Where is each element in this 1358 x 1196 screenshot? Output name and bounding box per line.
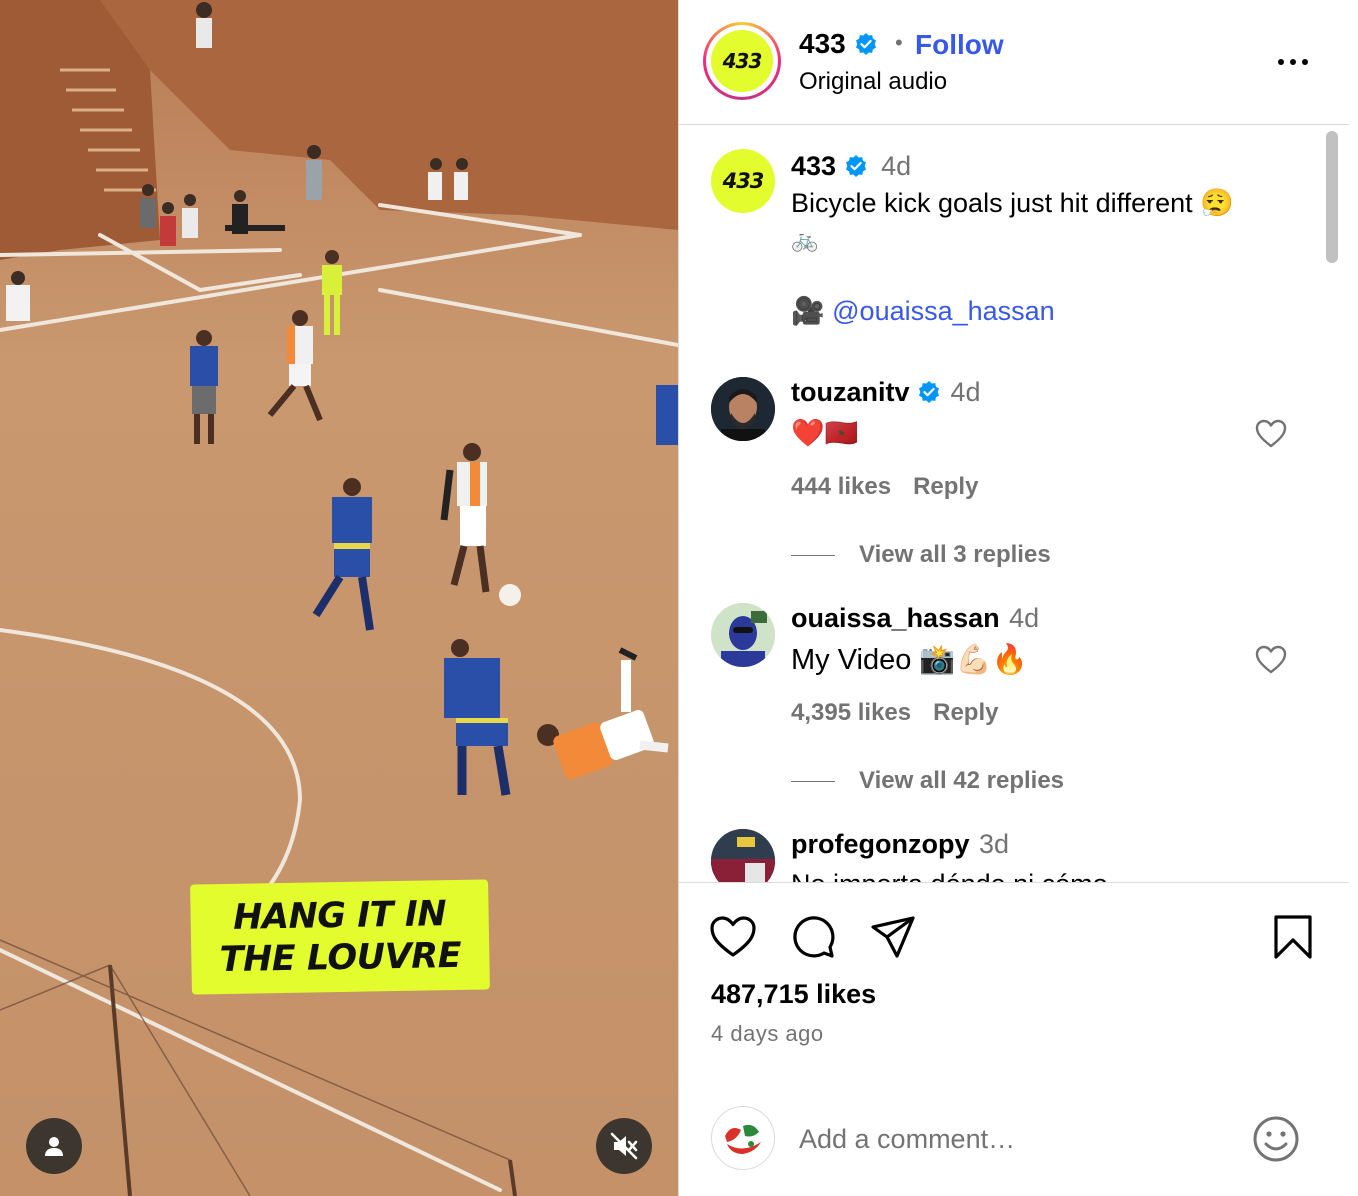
follow-button[interactable]: Follow [915,29,1004,61]
comment-username[interactable]: profegonzopy [791,829,969,859]
user-icon [45,1137,63,1156]
comment-text: ❤️🇲🇦 [791,418,859,448]
caption-avatar-text: 433 [722,169,765,193]
caption-text: Bicycle kick goals just hit different 😮‍… [791,188,1234,218]
header-username[interactable]: 433 [799,28,846,59]
post-actions: 487,715 likes 4 days ago [679,882,1349,1103]
caption-username[interactable]: 433 [791,151,836,181]
caption-avatar[interactable]: 433 [711,149,775,213]
camera-emoji: 🎥 [791,296,825,326]
verified-badge-icon [854,32,878,56]
caption-line-1: HANG IT IN [232,894,447,938]
comment-time[interactable]: 4d [1009,603,1039,633]
audio-link[interactable]: Original audio [799,68,947,96]
likes-count[interactable]: 487,715 likes [711,979,876,1010]
comment-meta: 444 likes Reply [791,473,978,501]
emoji-picker-icon[interactable] [1251,1114,1301,1164]
caption-username-group: 433 4d [791,151,911,182]
avatar-logo-text: 433 [722,49,763,73]
view-replies-label: View all 3 replies [859,541,1051,568]
comment-username-group: touzanitv 4d [791,377,981,408]
header-username-group: 433 [799,28,878,60]
video-caption-sticker: HANG IT IN THE LOUVRE [190,879,490,995]
comment-username[interactable]: ouaissa_hassan [791,603,1000,633]
account-avatar: 433 [711,30,773,92]
comment-likes[interactable]: 444 likes [791,473,891,500]
caption-credit-line: 🎥 @ouaissa_hassan [791,295,1055,327]
current-user-avatar [711,1106,775,1170]
comment-username-group: profegonzopy 3d [791,829,1009,860]
comment-likes[interactable]: 4,395 likes [791,699,911,726]
mute-toggle-button[interactable] [596,1118,652,1174]
caption-line-2: THE LOUVRE [219,935,462,981]
story-ring-avatar[interactable]: 433 [703,22,781,100]
comment-icon[interactable] [789,913,837,961]
verified-badge-icon [844,154,868,178]
commenter-avatar[interactable] [711,829,775,882]
avatar-photo [711,603,775,667]
comment-text: My Video 📸💪🏻🔥 [791,644,1028,676]
verified-badge-icon [917,380,941,404]
speaker-muted-icon [610,1132,638,1160]
caption-time[interactable]: 4d [881,151,911,181]
comments-scrollbar[interactable] [1321,125,1343,882]
caption-bike-emoji: 🚲 [791,227,819,252]
video-frame [0,0,678,1196]
view-replies-label: View all 42 replies [859,767,1065,794]
comment-meta: 4,395 likes Reply [791,699,998,727]
comment-time[interactable]: 3d [979,829,1009,859]
add-comment-bar [679,1082,1349,1196]
reply-button[interactable]: Reply [933,699,998,726]
avatar-photo [725,1124,761,1154]
commenter-avatar[interactable] [711,377,775,441]
paper-plane-icon[interactable] [869,913,917,961]
comment-text: No importa dónde ni cómo [791,869,1108,882]
comments-list[interactable]: 433 433 4d Bicycle kick goals just hit d… [679,125,1319,882]
replies-divider [791,555,835,557]
avatar-photo [711,829,775,882]
comment-like-heart-icon[interactable] [1255,645,1287,675]
comment-like-heart-icon[interactable] [1255,419,1287,449]
mention-link[interactable]: @ouaissa_hassan [832,296,1055,326]
reply-button[interactable]: Reply [913,473,978,500]
avatar-photo [711,377,775,441]
post-date[interactable]: 4 days ago [711,1021,824,1047]
comment-username[interactable]: touzanitv [791,377,910,407]
comment-time[interactable]: 4d [951,377,981,407]
replies-divider [791,781,835,783]
view-replies-button[interactable]: View all 42 replies [791,767,1064,795]
more-options-icon[interactable] [1273,50,1313,74]
header-separator: • [895,30,903,55]
comment-username-group: ouaissa_hassan 4d [791,603,1039,634]
bookmark-icon[interactable] [1269,913,1317,961]
post-header: 433 433 • Follow Original audio [679,0,1349,125]
comment-input[interactable] [797,1118,1221,1160]
tagged-users-button[interactable] [26,1118,82,1174]
reel-video[interactable]: HANG IT IN THE LOUVRE [0,0,678,1196]
like-heart-icon[interactable] [709,913,757,961]
commenter-avatar[interactable] [711,603,775,667]
post-sidebar: 433 433 • Follow Original audio 433 433 [678,0,1358,1196]
scrollbar-thumb[interactable] [1326,131,1338,263]
view-replies-button[interactable]: View all 3 replies [791,541,1051,569]
